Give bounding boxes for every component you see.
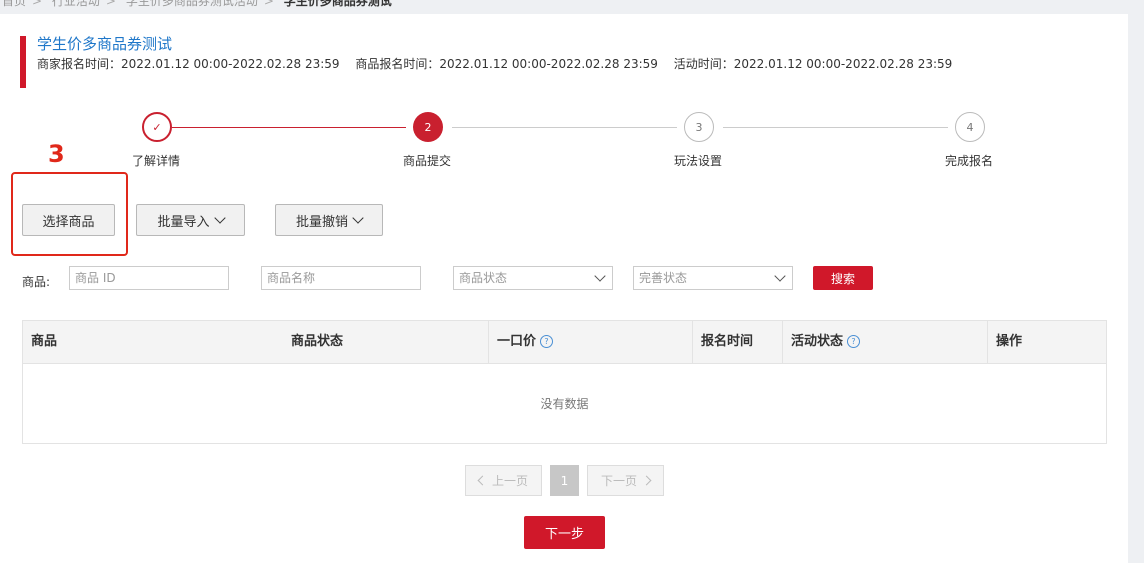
step-1-label: 了解详情 xyxy=(132,154,181,168)
column-header-activity-status-label: 活动状态 xyxy=(791,334,844,349)
breadcrumb: 首页 > 行业活动 > 学生价多商品券测试活动 > 学生价多商品券测试 xyxy=(2,0,398,8)
batch-import-label: 批量导入 xyxy=(157,214,210,230)
prev-page-button[interactable]: 上一页 xyxy=(465,465,542,496)
main-panel: 学生价多商品券测试 商家报名时间：2022.01.12 00:00-2022.0… xyxy=(0,14,1128,563)
step-connector-3 xyxy=(723,127,948,128)
product-id-placeholder: 商品 ID xyxy=(75,271,116,285)
product-status-placeholder: 商品状态 xyxy=(459,271,508,285)
chevron-right-icon: > xyxy=(105,0,116,8)
chevron-right-icon: > xyxy=(32,0,43,8)
step-connector-2 xyxy=(452,127,677,128)
chevron-down-icon xyxy=(352,212,364,224)
search-button[interactable]: 搜索 xyxy=(813,266,873,290)
step-4-label: 完成报名 xyxy=(945,154,994,168)
help-icon[interactable]: ? xyxy=(540,335,554,348)
product-name-placeholder: 商品名称 xyxy=(267,271,316,285)
chevron-left-icon xyxy=(477,475,488,486)
chevron-down-icon xyxy=(774,270,786,282)
column-header-price-label: 一口价 xyxy=(497,334,537,349)
page-title: 学生价多商品券测试 xyxy=(37,35,173,53)
next-step-button[interactable]: 下一步 xyxy=(524,516,605,549)
prev-page-label: 上一页 xyxy=(491,474,528,488)
merchant-signup-time: 商家报名时间：2022.01.12 00:00-2022.02.28 23:59 xyxy=(37,57,340,71)
breadcrumb-item-home[interactable]: 首页 xyxy=(2,0,26,8)
step-connector-1 xyxy=(172,127,406,128)
batch-revoke-label: 批量撤销 xyxy=(295,214,348,230)
help-icon[interactable]: ? xyxy=(847,335,861,348)
title-accent-bar xyxy=(20,36,26,88)
breadcrumb-item-activity[interactable]: 学生价多商品券测试活动 xyxy=(126,0,258,8)
column-header-signup-time: 报名时间 xyxy=(692,321,782,363)
chevron-right-icon xyxy=(641,475,652,486)
products-table: 商品 商品状态 一口价? 报名时间 活动状态? 操作 没有数据 xyxy=(22,320,1107,444)
product-name-input[interactable]: 商品名称 xyxy=(261,266,421,290)
table-header: 商品 商品状态 一口价? 报名时间 活动状态? 操作 xyxy=(23,321,1106,364)
activity-time: 活动时间：2022.01.12 00:00-2022.02.28 23:59 xyxy=(673,57,953,71)
column-header-status: 商品状态 xyxy=(291,334,344,349)
product-id-input[interactable]: 商品 ID xyxy=(69,266,229,290)
chevron-down-icon xyxy=(594,270,606,282)
step-2-label: 商品提交 xyxy=(403,154,452,168)
step-3-circle: 3 xyxy=(684,112,714,142)
chevron-right-icon: > xyxy=(263,0,274,8)
column-header-activity-status: 活动状态? xyxy=(782,321,987,363)
breadcrumb-item-industry[interactable]: 行业活动 xyxy=(52,0,100,8)
column-header-price: 一口价? xyxy=(488,321,692,363)
time-info: 商家报名时间：2022.01.12 00:00-2022.02.28 23:59… xyxy=(37,55,964,72)
breadcrumb-item-current: 学生价多商品券测试 xyxy=(283,0,392,8)
complete-status-placeholder: 完善状态 xyxy=(639,271,688,285)
column-header-product: 商品 xyxy=(31,334,58,349)
batch-import-button[interactable]: 批量导入 xyxy=(136,204,245,236)
chevron-down-icon xyxy=(213,212,226,224)
empty-state: 没有数据 xyxy=(540,396,589,411)
select-products-button[interactable]: 选择商品 xyxy=(22,204,115,236)
step-1-check-icon: ✓ xyxy=(142,112,172,142)
product-status-select[interactable]: 商品状态 xyxy=(453,266,613,290)
column-header-actions: 操作 xyxy=(987,321,1106,363)
next-page-label: 下一页 xyxy=(600,474,637,488)
batch-revoke-button[interactable]: 批量撤销 xyxy=(275,204,383,236)
product-signup-time: 商品报名时间：2022.01.12 00:00-2022.02.28 23:59 xyxy=(355,57,658,71)
step-3-label: 玩法设置 xyxy=(674,154,723,168)
next-page-button[interactable]: 下一页 xyxy=(587,465,664,496)
step-4-circle: 4 xyxy=(955,112,985,142)
page-number-button[interactable]: 1 xyxy=(550,465,579,496)
complete-status-select[interactable]: 完善状态 xyxy=(633,266,793,290)
annotation-number: 3 xyxy=(48,140,65,168)
filter-label: 商品: xyxy=(22,275,51,289)
step-2-circle: 2 xyxy=(413,112,443,142)
